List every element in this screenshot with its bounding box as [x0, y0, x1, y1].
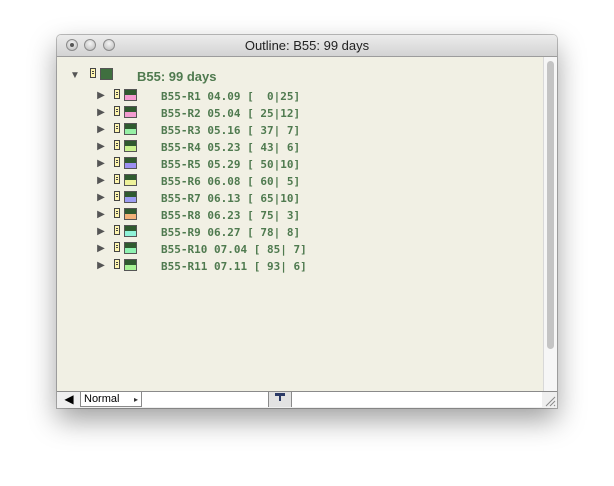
disclosure-expand-icon[interactable]: ▶	[95, 175, 107, 186]
outline-item-row[interactable]: ▶	[95, 240, 107, 257]
note-icon	[114, 208, 120, 218]
disclosure-expand-icon[interactable]: ▶	[95, 107, 107, 118]
color-swatch	[124, 191, 137, 203]
vertical-scrollbar[interactable]	[543, 57, 557, 391]
outline-item-label: B55-R10 07.04 [ 85| 7]	[161, 243, 307, 256]
disclosure-expand-icon[interactable]: ▶	[95, 209, 107, 220]
outline-view[interactable]: ▼ B55: 99 days ▶ B55-R1 04.09 [ 0|25] ▶ B55…	[57, 57, 543, 391]
color-swatch	[124, 157, 137, 169]
outline-window: Outline: B55: 99 days ▼ B55: 99 days ▶ B5…	[57, 35, 557, 408]
note-icon	[114, 140, 120, 150]
disclosure-expand-icon[interactable]: ▶	[95, 192, 107, 203]
disclosure-expand-icon[interactable]: ▶	[95, 260, 107, 271]
disclosure-expand-icon[interactable]: ▶	[95, 90, 107, 101]
root-label: B55: 99 days	[137, 69, 217, 84]
scroll-thumb[interactable]	[547, 61, 554, 349]
outline-item-row[interactable]: ▶	[95, 104, 107, 121]
color-swatch	[124, 225, 137, 237]
outline-item-row[interactable]: ▶	[95, 189, 107, 206]
outline-item-row[interactable]: ▶	[95, 155, 107, 172]
outline-item-label: B55-R6 06.08 [ 60| 5]	[161, 175, 301, 188]
outline-item-label: B55-R9 06.27 [ 78| 8]	[161, 226, 301, 239]
color-swatch	[124, 140, 137, 152]
color-swatch	[124, 259, 137, 271]
outline-item-label: B55-R1 04.09 [ 0|25]	[161, 90, 301, 103]
mode-select[interactable]: Normal ▸	[80, 392, 142, 407]
chevron-right-icon: ▸	[133, 395, 138, 404]
note-icon	[114, 174, 120, 184]
outline-item-label: B55-R7 06.13 [ 65|10]	[161, 192, 301, 205]
status-field	[142, 392, 268, 407]
outline-item-label: B55-R5 05.29 [ 50|10]	[161, 158, 301, 171]
disclosure-expand-icon[interactable]: ▶	[95, 243, 107, 254]
pin-icon[interactable]	[268, 392, 292, 407]
disclosure-expand-icon[interactable]: ▶	[95, 141, 107, 152]
note-icon	[114, 89, 120, 99]
disclosure-expand-icon[interactable]: ▶	[95, 158, 107, 169]
outline-item-label: B55-R8 06.23 [ 75| 3]	[161, 209, 301, 222]
note-icon	[114, 157, 120, 167]
note-icon	[90, 68, 96, 78]
outline-item-row[interactable]: ▶	[95, 206, 107, 223]
note-icon	[114, 106, 120, 116]
outline-item-label: B55-R3 05.16 [ 37| 7]	[161, 124, 301, 137]
outline-item-row[interactable]: ▶	[95, 138, 107, 155]
note-icon	[114, 225, 120, 235]
outline-item-row[interactable]: ▶	[95, 223, 107, 240]
left-arrow-icon[interactable]: ◀	[59, 393, 79, 406]
outline-item-label: B55-R2 05.04 [ 25|12]	[161, 107, 301, 120]
note-icon	[114, 259, 120, 269]
color-swatch	[124, 242, 137, 254]
resize-grip-icon[interactable]	[544, 395, 556, 407]
color-swatch	[124, 174, 137, 186]
color-swatch	[124, 106, 137, 118]
note-icon	[114, 191, 120, 201]
disclosure-collapse-icon[interactable]: ▼	[69, 70, 81, 81]
disclosure-expand-icon[interactable]: ▶	[95, 226, 107, 237]
mode-label: Normal	[84, 393, 120, 405]
outline-item-label: B55-R11 07.11 [ 93| 6]	[161, 260, 307, 273]
color-swatch	[124, 89, 137, 101]
outline-item-row[interactable]: ▶	[95, 257, 107, 274]
disclosure-expand-icon[interactable]: ▶	[95, 124, 107, 135]
outline-root-row[interactable]: ▼	[69, 67, 81, 84]
bottom-toolbar: ◀ Normal ▸	[57, 391, 557, 408]
outline-item-row[interactable]: ▶	[95, 121, 107, 138]
outline-item-label: B55-R4 05.23 [ 43| 6]	[161, 141, 301, 154]
note-icon	[114, 123, 120, 133]
outline-item-row[interactable]: ▶	[95, 87, 107, 104]
horizontal-scroll-area[interactable]	[292, 392, 542, 407]
outline-item-row[interactable]: ▶	[95, 172, 107, 189]
color-swatch	[124, 123, 137, 135]
note-icon	[114, 242, 120, 252]
window-title: Outline: B55: 99 days	[244, 38, 370, 53]
color-swatch	[124, 208, 137, 220]
root-color-swatch	[100, 68, 113, 80]
title-bar[interactable]: Outline: B55: 99 days	[57, 35, 557, 57]
